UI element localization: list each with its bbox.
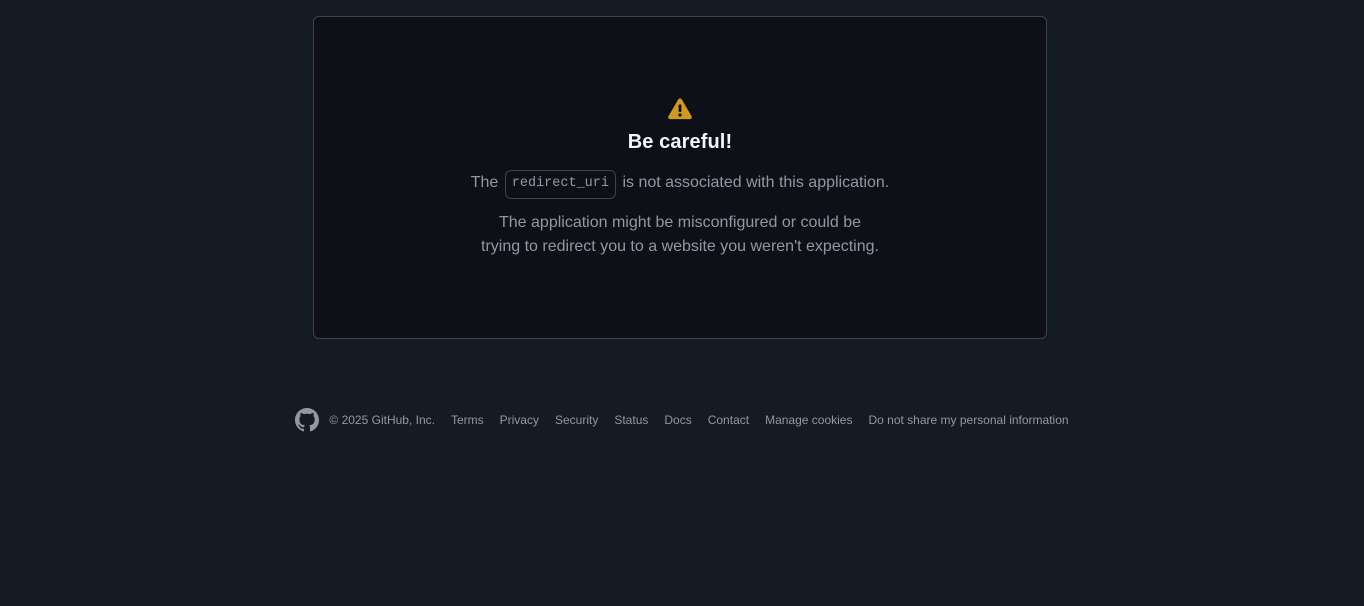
footer-link-contact[interactable]: Contact: [708, 413, 749, 427]
warning-submessage-line-2: trying to redirect you to a website you …: [481, 238, 879, 255]
warning-card: Be careful! The redirect_uri is not asso…: [313, 16, 1047, 339]
footer-link-manage-cookies[interactable]: Manage cookies: [765, 413, 852, 427]
warning-triangle-icon: [667, 97, 693, 121]
warning-message: The redirect_uri is not associated with …: [314, 170, 1046, 199]
footer-link-docs[interactable]: Docs: [664, 413, 691, 427]
warning-message-prefix: The: [470, 174, 499, 191]
footer-link-status[interactable]: Status: [614, 413, 648, 427]
footer-copyright: © 2025 GitHub, Inc.: [329, 413, 435, 427]
warning-card-content: Be careful! The redirect_uri is not asso…: [314, 97, 1046, 259]
footer-link-security[interactable]: Security: [555, 413, 598, 427]
redirect-uri-code-chip: redirect_uri: [504, 170, 616, 199]
page-title: Be careful!: [627, 131, 733, 153]
footer: © 2025 GitHub, Inc. Terms Privacy Securi…: [0, 408, 1364, 432]
footer-link-privacy[interactable]: Privacy: [500, 413, 539, 427]
footer-link-terms[interactable]: Terms: [451, 413, 484, 427]
github-mark-icon: [295, 408, 320, 432]
warning-submessage-line-1: The application might be misconfigured o…: [499, 214, 861, 231]
page-root: Be careful! The redirect_uri is not asso…: [0, 0, 1364, 606]
warning-message-suffix: is not associated with this application.: [622, 174, 890, 191]
footer-link-do-not-share-personal-information[interactable]: Do not share my personal information: [868, 413, 1068, 427]
